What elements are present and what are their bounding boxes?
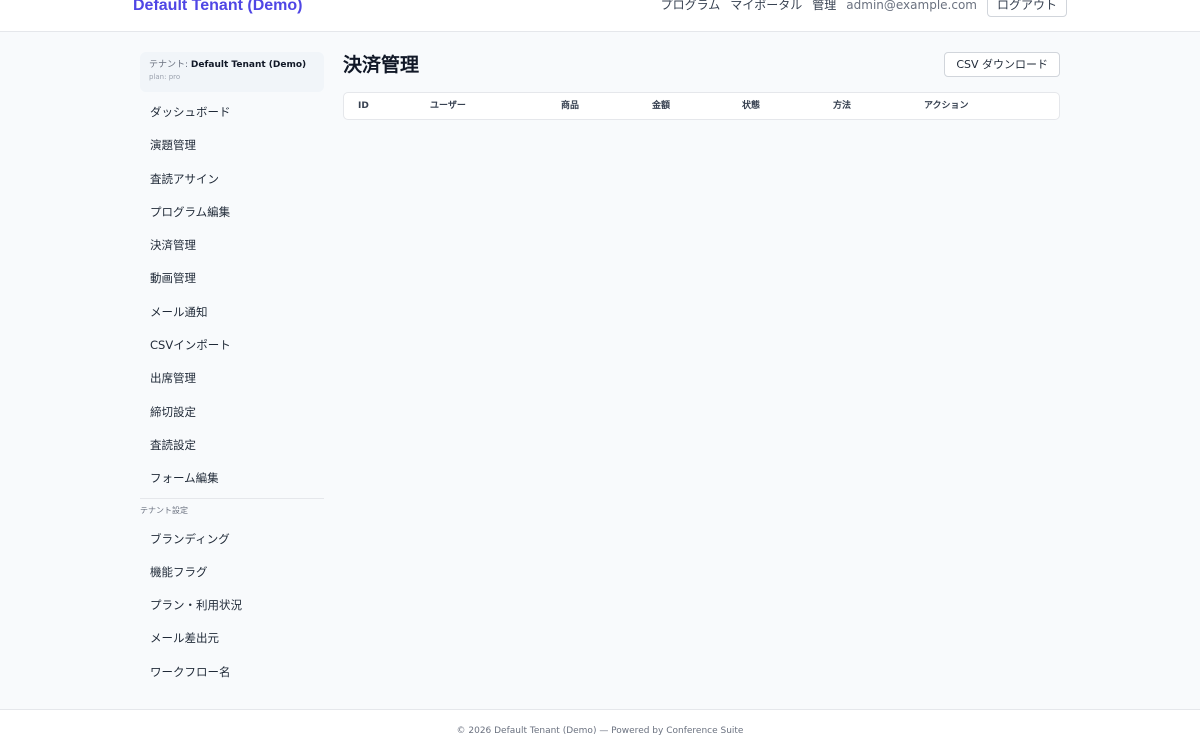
sidebar-item-videos[interactable]: 動画管理 (140, 262, 324, 295)
payments-table: ID ユーザー 商品 金額 状態 方法 アクション (343, 92, 1060, 120)
sidebar-nav: ダッシュボード 演題管理 査読アサイン プログラム編集 決済管理 動画管理 メー… (140, 96, 324, 496)
sidebar-item-branding[interactable]: ブランディング (140, 523, 324, 556)
nav-link-admin[interactable]: 管理 (812, 0, 836, 17)
sidebar-item-program-edit[interactable]: プログラム編集 (140, 196, 324, 229)
column-header-id[interactable]: ID (358, 93, 369, 119)
user-email: admin@example.com (846, 0, 977, 12)
logout-button[interactable]: ログアウト (986, 0, 1067, 17)
footer-text: © 2026 Default Tenant (Demo) — Powered b… (456, 726, 744, 736)
footer: © 2026 Default Tenant (Demo) — Powered b… (0, 709, 1200, 750)
sidebar-item-workflow-names[interactable]: ワークフロー名 (140, 656, 324, 689)
sidebar-item-dashboard[interactable]: ダッシュボード (140, 96, 324, 129)
column-header-method[interactable]: 方法 (833, 93, 851, 119)
tenant-plan: plan: pro (149, 73, 181, 81)
top-nav: プログラム マイポータル 管理 admin@example.com ログアウト (661, 0, 1067, 17)
tenant-name: Default Tenant (Demo) (190, 60, 307, 70)
column-header-amount[interactable]: 金額 (652, 93, 670, 119)
column-header-user[interactable]: ユーザー (430, 93, 466, 119)
csv-download-button[interactable]: CSV ダウンロード (944, 52, 1060, 77)
tenant-card: テナント: Default Tenant (Demo) plan: pro (140, 52, 324, 92)
sidebar-item-payments[interactable]: 決済管理 (140, 229, 324, 262)
top-bar: Default Tenant (Demo) プログラム マイポータル 管理 ad… (0, 0, 1200, 32)
column-header-product[interactable]: 商品 (561, 93, 579, 119)
tenant-settings-nav: ブランディング 機能フラグ プラン・利用状況 メール差出元 ワークフロー名 (140, 523, 324, 689)
tenant-label: テナント: (149, 60, 189, 70)
sidebar-item-mail-sender[interactable]: メール差出元 (140, 622, 324, 655)
column-header-actions[interactable]: アクション (924, 93, 969, 119)
sidebar-item-email-notify[interactable]: メール通知 (140, 296, 324, 329)
sidebar-item-form-edit[interactable]: フォーム編集 (140, 462, 324, 495)
sidebar-item-review-assign[interactable]: 査読アサイン (140, 163, 324, 196)
tenant-line: テナント: Default Tenant (Demo) (149, 58, 315, 72)
tenant-settings-heading: テナント設定 (140, 505, 188, 515)
sidebar: テナント: Default Tenant (Demo) plan: pro ダッ… (140, 52, 324, 689)
sidebar-item-feature-flags[interactable]: 機能フラグ (140, 556, 324, 589)
sidebar-item-abstracts[interactable]: 演題管理 (140, 129, 324, 162)
column-header-status[interactable]: 状態 (742, 93, 760, 119)
table-header-row: ID ユーザー 商品 金額 状態 方法 アクション (344, 93, 1059, 119)
sidebar-item-review-settings[interactable]: 査読設定 (140, 429, 324, 462)
sidebar-item-plan-usage[interactable]: プラン・利用状況 (140, 589, 324, 622)
nav-link-my-portal[interactable]: マイポータル (730, 0, 802, 17)
sidebar-item-attendance[interactable]: 出席管理 (140, 362, 324, 395)
nav-link-program[interactable]: プログラム (661, 0, 721, 17)
sidebar-item-deadlines[interactable]: 締切設定 (140, 396, 324, 429)
sidebar-item-csv-import[interactable]: CSVインポート (140, 329, 324, 362)
main-content: 決済管理 CSV ダウンロード ID ユーザー 商品 金額 状態 方法 アクショ… (343, 52, 1060, 120)
brand-title[interactable]: Default Tenant (Demo) (133, 0, 302, 17)
